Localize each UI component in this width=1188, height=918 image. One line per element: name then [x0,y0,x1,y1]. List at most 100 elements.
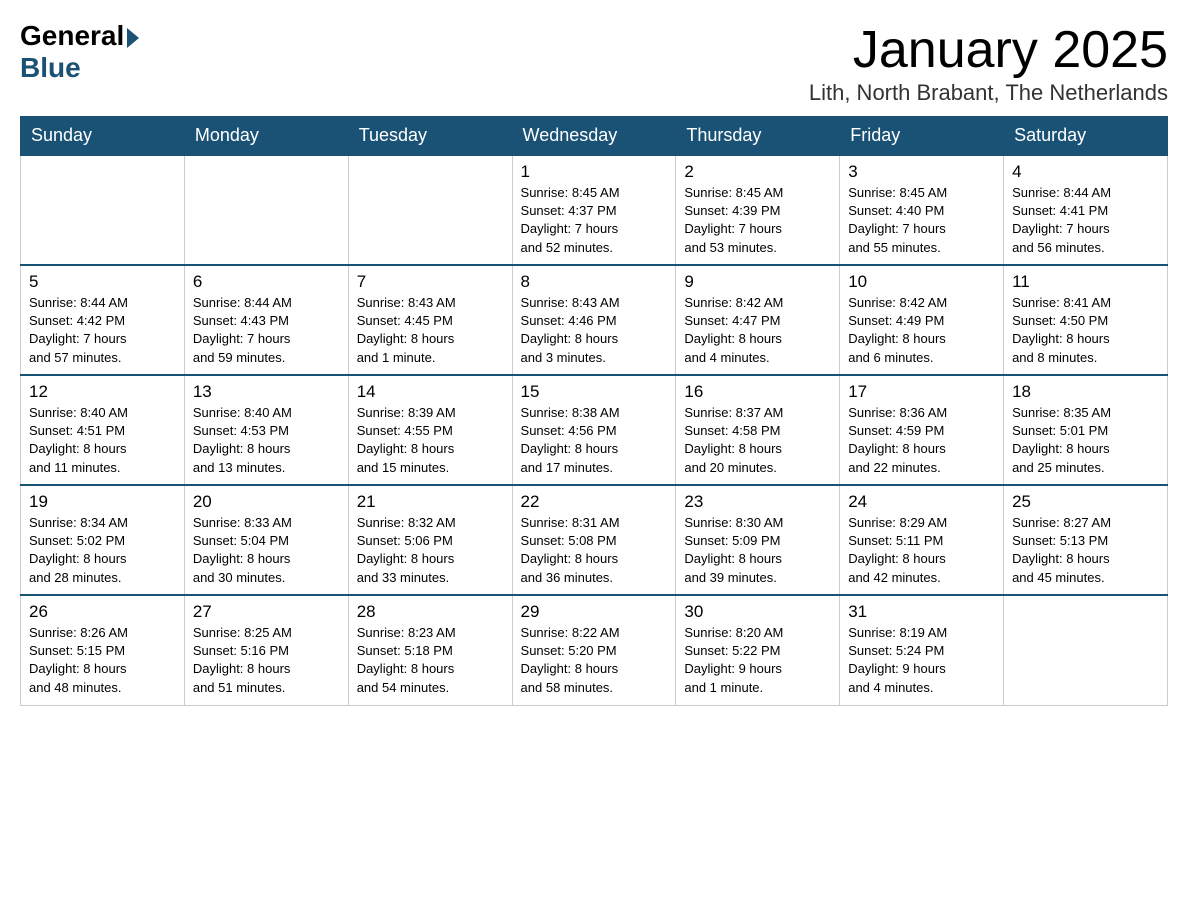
calendar-cell: 16Sunrise: 8:37 AMSunset: 4:58 PMDayligh… [676,375,840,485]
day-number: 2 [684,162,831,182]
logo: General Blue [20,20,139,84]
day-info: Sunrise: 8:39 AMSunset: 4:55 PMDaylight:… [357,404,504,477]
day-number: 13 [193,382,340,402]
calendar-cell: 10Sunrise: 8:42 AMSunset: 4:49 PMDayligh… [840,265,1004,375]
calendar-cell: 13Sunrise: 8:40 AMSunset: 4:53 PMDayligh… [184,375,348,485]
calendar-cell: 11Sunrise: 8:41 AMSunset: 4:50 PMDayligh… [1004,265,1168,375]
day-number: 26 [29,602,176,622]
day-info: Sunrise: 8:38 AMSunset: 4:56 PMDaylight:… [521,404,668,477]
calendar-cell: 17Sunrise: 8:36 AMSunset: 4:59 PMDayligh… [840,375,1004,485]
calendar-cell: 18Sunrise: 8:35 AMSunset: 5:01 PMDayligh… [1004,375,1168,485]
day-number: 28 [357,602,504,622]
day-info: Sunrise: 8:45 AMSunset: 4:37 PMDaylight:… [521,184,668,257]
calendar-cell: 27Sunrise: 8:25 AMSunset: 5:16 PMDayligh… [184,595,348,705]
logo-general-text: General [20,20,124,52]
calendar-cell [348,155,512,265]
calendar-cell [21,155,185,265]
day-info: Sunrise: 8:36 AMSunset: 4:59 PMDaylight:… [848,404,995,477]
day-number: 30 [684,602,831,622]
calendar-cell: 30Sunrise: 8:20 AMSunset: 5:22 PMDayligh… [676,595,840,705]
day-info: Sunrise: 8:35 AMSunset: 5:01 PMDaylight:… [1012,404,1159,477]
calendar-cell: 2Sunrise: 8:45 AMSunset: 4:39 PMDaylight… [676,155,840,265]
day-info: Sunrise: 8:26 AMSunset: 5:15 PMDaylight:… [29,624,176,697]
day-number: 31 [848,602,995,622]
calendar-cell: 9Sunrise: 8:42 AMSunset: 4:47 PMDaylight… [676,265,840,375]
week-row-3: 12Sunrise: 8:40 AMSunset: 4:51 PMDayligh… [21,375,1168,485]
day-number: 27 [193,602,340,622]
day-number: 7 [357,272,504,292]
col-header-friday: Friday [840,117,1004,156]
calendar-cell: 31Sunrise: 8:19 AMSunset: 5:24 PMDayligh… [840,595,1004,705]
day-number: 24 [848,492,995,512]
day-info: Sunrise: 8:41 AMSunset: 4:50 PMDaylight:… [1012,294,1159,367]
day-number: 12 [29,382,176,402]
calendar-cell: 23Sunrise: 8:30 AMSunset: 5:09 PMDayligh… [676,485,840,595]
day-info: Sunrise: 8:23 AMSunset: 5:18 PMDaylight:… [357,624,504,697]
calendar-cell: 8Sunrise: 8:43 AMSunset: 4:46 PMDaylight… [512,265,676,375]
day-info: Sunrise: 8:22 AMSunset: 5:20 PMDaylight:… [521,624,668,697]
day-info: Sunrise: 8:42 AMSunset: 4:49 PMDaylight:… [848,294,995,367]
day-number: 21 [357,492,504,512]
day-number: 20 [193,492,340,512]
week-row-1: 1Sunrise: 8:45 AMSunset: 4:37 PMDaylight… [21,155,1168,265]
day-number: 11 [1012,272,1159,292]
week-row-2: 5Sunrise: 8:44 AMSunset: 4:42 PMDaylight… [21,265,1168,375]
page-header: General Blue January 2025 Lith, North Br… [20,20,1168,106]
day-number: 10 [848,272,995,292]
calendar-cell: 26Sunrise: 8:26 AMSunset: 5:15 PMDayligh… [21,595,185,705]
day-number: 22 [521,492,668,512]
day-info: Sunrise: 8:32 AMSunset: 5:06 PMDaylight:… [357,514,504,587]
day-number: 14 [357,382,504,402]
day-info: Sunrise: 8:19 AMSunset: 5:24 PMDaylight:… [848,624,995,697]
day-number: 19 [29,492,176,512]
calendar-cell: 14Sunrise: 8:39 AMSunset: 4:55 PMDayligh… [348,375,512,485]
day-info: Sunrise: 8:40 AMSunset: 4:51 PMDaylight:… [29,404,176,477]
day-number: 1 [521,162,668,182]
day-info: Sunrise: 8:40 AMSunset: 4:53 PMDaylight:… [193,404,340,477]
col-header-wednesday: Wednesday [512,117,676,156]
day-info: Sunrise: 8:44 AMSunset: 4:42 PMDaylight:… [29,294,176,367]
day-info: Sunrise: 8:45 AMSunset: 4:39 PMDaylight:… [684,184,831,257]
day-number: 4 [1012,162,1159,182]
day-number: 17 [848,382,995,402]
calendar-cell: 25Sunrise: 8:27 AMSunset: 5:13 PMDayligh… [1004,485,1168,595]
calendar-cell: 12Sunrise: 8:40 AMSunset: 4:51 PMDayligh… [21,375,185,485]
title-section: January 2025 Lith, North Brabant, The Ne… [809,20,1168,106]
calendar-cell: 24Sunrise: 8:29 AMSunset: 5:11 PMDayligh… [840,485,1004,595]
week-row-5: 26Sunrise: 8:26 AMSunset: 5:15 PMDayligh… [21,595,1168,705]
day-info: Sunrise: 8:30 AMSunset: 5:09 PMDaylight:… [684,514,831,587]
day-info: Sunrise: 8:34 AMSunset: 5:02 PMDaylight:… [29,514,176,587]
calendar-cell [184,155,348,265]
calendar-cell: 5Sunrise: 8:44 AMSunset: 4:42 PMDaylight… [21,265,185,375]
day-info: Sunrise: 8:44 AMSunset: 4:43 PMDaylight:… [193,294,340,367]
day-number: 6 [193,272,340,292]
col-header-tuesday: Tuesday [348,117,512,156]
col-header-sunday: Sunday [21,117,185,156]
calendar-cell: 29Sunrise: 8:22 AMSunset: 5:20 PMDayligh… [512,595,676,705]
col-header-saturday: Saturday [1004,117,1168,156]
day-info: Sunrise: 8:20 AMSunset: 5:22 PMDaylight:… [684,624,831,697]
day-info: Sunrise: 8:44 AMSunset: 4:41 PMDaylight:… [1012,184,1159,257]
logo-arrow-icon [127,28,139,48]
day-number: 5 [29,272,176,292]
calendar-header-row: SundayMondayTuesdayWednesdayThursdayFrid… [21,117,1168,156]
col-header-thursday: Thursday [676,117,840,156]
day-info: Sunrise: 8:25 AMSunset: 5:16 PMDaylight:… [193,624,340,697]
day-number: 16 [684,382,831,402]
day-number: 15 [521,382,668,402]
day-number: 23 [684,492,831,512]
logo-blue-text: Blue [20,52,81,84]
calendar-cell: 3Sunrise: 8:45 AMSunset: 4:40 PMDaylight… [840,155,1004,265]
day-number: 25 [1012,492,1159,512]
calendar-cell: 6Sunrise: 8:44 AMSunset: 4:43 PMDaylight… [184,265,348,375]
calendar-cell: 7Sunrise: 8:43 AMSunset: 4:45 PMDaylight… [348,265,512,375]
day-number: 3 [848,162,995,182]
day-info: Sunrise: 8:43 AMSunset: 4:46 PMDaylight:… [521,294,668,367]
day-number: 8 [521,272,668,292]
col-header-monday: Monday [184,117,348,156]
day-info: Sunrise: 8:29 AMSunset: 5:11 PMDaylight:… [848,514,995,587]
day-info: Sunrise: 8:27 AMSunset: 5:13 PMDaylight:… [1012,514,1159,587]
calendar-cell: 4Sunrise: 8:44 AMSunset: 4:41 PMDaylight… [1004,155,1168,265]
day-info: Sunrise: 8:37 AMSunset: 4:58 PMDaylight:… [684,404,831,477]
day-info: Sunrise: 8:31 AMSunset: 5:08 PMDaylight:… [521,514,668,587]
